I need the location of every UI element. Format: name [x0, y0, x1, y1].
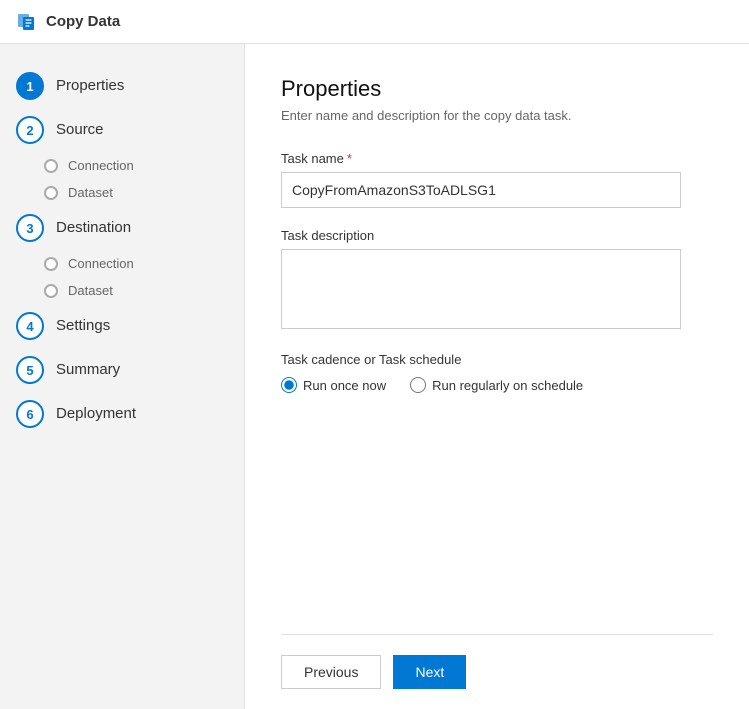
task-name-label: Task name * [281, 151, 713, 166]
source-dataset-dot [44, 186, 58, 200]
source-sub-items: Connection Dataset [0, 152, 244, 206]
destination-sub-items: Connection Dataset [0, 250, 244, 304]
nav-circle-4: 4 [16, 312, 44, 340]
nav-circle-2: 2 [16, 116, 44, 144]
nav-circle-6: 6 [16, 400, 44, 428]
destination-dataset-item: Dataset [44, 277, 244, 304]
next-button[interactable]: Next [393, 655, 466, 689]
sidebar-label-settings: Settings [56, 312, 110, 340]
source-connection-label: Connection [68, 158, 134, 173]
sidebar-item-properties[interactable]: 1 Properties [0, 64, 244, 108]
sidebar-item-deployment[interactable]: 6 Deployment [0, 392, 244, 436]
sidebar-item-summary[interactable]: 5 Summary [0, 348, 244, 392]
copy-data-icon [16, 12, 36, 32]
task-name-group: Task name * [281, 151, 713, 208]
previous-button[interactable]: Previous [281, 655, 381, 689]
page-title: Properties [281, 76, 713, 102]
radio-group: Run once now Run regularly on schedule [281, 377, 713, 393]
sidebar-item-settings[interactable]: 4 Settings [0, 304, 244, 348]
destination-connection-dot [44, 257, 58, 271]
radio-run-schedule-input[interactable] [410, 377, 426, 393]
sidebar-label-destination: Destination [56, 214, 131, 242]
sidebar: 1 Properties 2 Source Connection Dataset… [0, 44, 245, 709]
task-cadence-group: Task cadence or Task schedule Run once n… [281, 352, 713, 393]
required-star: * [347, 151, 352, 166]
radio-run-once-label: Run once now [303, 378, 386, 393]
nav-circle-5: 5 [16, 356, 44, 384]
radio-run-once-input[interactable] [281, 377, 297, 393]
sidebar-label-summary: Summary [56, 356, 120, 384]
sidebar-label-deployment: Deployment [56, 400, 136, 428]
nav-circle-1: 1 [16, 72, 44, 100]
sidebar-item-destination[interactable]: 3 Destination [0, 206, 244, 250]
task-description-group: Task description [281, 228, 713, 332]
content-area: Properties Enter name and description fo… [245, 44, 749, 709]
page-subtitle: Enter name and description for the copy … [281, 108, 713, 123]
nav-circle-3: 3 [16, 214, 44, 242]
task-description-input[interactable] [281, 249, 681, 329]
sidebar-label-source: Source [56, 116, 104, 144]
source-connection-item: Connection [44, 152, 244, 179]
destination-dataset-label: Dataset [68, 283, 113, 298]
sidebar-item-source[interactable]: 2 Source [0, 108, 244, 152]
source-dataset-label: Dataset [68, 185, 113, 200]
sidebar-label-properties: Properties [56, 72, 124, 100]
footer-actions: Previous Next [281, 634, 713, 689]
destination-connection-label: Connection [68, 256, 134, 271]
radio-run-once[interactable]: Run once now [281, 377, 386, 393]
task-cadence-label: Task cadence or Task schedule [281, 352, 713, 367]
destination-dataset-dot [44, 284, 58, 298]
radio-run-schedule[interactable]: Run regularly on schedule [410, 377, 583, 393]
app-title: Copy Data [46, 13, 120, 30]
app-header: Copy Data [0, 0, 749, 44]
source-connection-dot [44, 159, 58, 173]
task-description-label: Task description [281, 228, 713, 243]
source-dataset-item: Dataset [44, 179, 244, 206]
task-name-input[interactable] [281, 172, 681, 208]
radio-run-schedule-label: Run regularly on schedule [432, 378, 583, 393]
main-layout: 1 Properties 2 Source Connection Dataset… [0, 44, 749, 709]
destination-connection-item: Connection [44, 250, 244, 277]
